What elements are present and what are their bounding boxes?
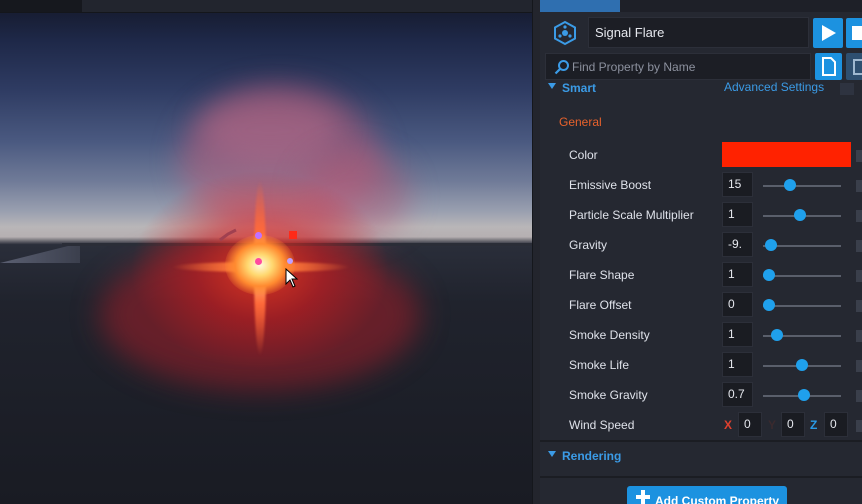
gizmo-axis-stub (219, 228, 237, 242)
gizmo-handle-center[interactable] (255, 258, 262, 265)
gizmo-handle-top[interactable] (255, 232, 262, 239)
search-input[interactable] (572, 54, 808, 79)
property-label: Smoke Gravity (569, 388, 648, 402)
search-icon (554, 60, 569, 75)
chevron-down-icon (548, 451, 556, 457)
property-reset-handle[interactable] (856, 210, 862, 222)
mouse-cursor-icon (285, 268, 299, 288)
smart-object-icon (554, 20, 576, 46)
property-reset-handle[interactable] (856, 360, 862, 372)
property-search[interactable] (545, 53, 811, 80)
property-reset-handle[interactable] (856, 150, 862, 162)
number-field[interactable]: 0.7 (722, 382, 753, 407)
property-smoke-life: Smoke Life 1 (540, 350, 862, 380)
section-title: Smart (562, 81, 597, 95)
slider-track[interactable] (763, 185, 841, 187)
property-label: Emissive Boost (569, 178, 652, 192)
advanced-settings-link[interactable]: Advanced Settings (724, 80, 824, 94)
number-field[interactable]: 0 (722, 292, 753, 317)
slider-handle[interactable] (763, 299, 776, 311)
section-title: Rendering (562, 449, 622, 463)
chevron-down-icon (548, 83, 556, 89)
wind-z-field[interactable]: 0 (824, 412, 848, 437)
viewport-toolbar (0, 0, 532, 13)
section-rendering[interactable]: Rendering (540, 446, 862, 468)
slider-handle[interactable] (763, 269, 776, 281)
scene-viewport[interactable] (0, 0, 532, 504)
add-custom-property-button[interactable]: Add Custom Property (627, 486, 787, 504)
property-flare-offset: Flare Offset 0 (540, 290, 862, 320)
section-divider (540, 476, 862, 478)
property-gravity: Gravity -9. (540, 230, 862, 260)
property-label: Flare Offset (569, 298, 632, 312)
axis-y-label: Y (768, 418, 777, 432)
property-reset-handle[interactable] (856, 420, 862, 432)
number-field[interactable]: 1 (722, 202, 753, 227)
property-reset-handle[interactable] (856, 300, 862, 312)
property-emissive-boost: Emissive Boost 15 (540, 170, 862, 200)
property-color: Color (540, 140, 862, 170)
property-label: Color (569, 148, 598, 162)
slider-handle[interactable] (784, 179, 797, 191)
properties-tab[interactable] (540, 0, 620, 12)
property-reset-handle[interactable] (856, 240, 862, 252)
property-reset-handle[interactable] (856, 330, 862, 342)
stop-icon (852, 26, 862, 40)
clipboard-icon (853, 59, 862, 75)
viewport-tab[interactable] (0, 0, 82, 12)
stop-button[interactable] (846, 18, 862, 48)
gizmo-handle-right[interactable] (287, 258, 293, 264)
section-divider (540, 440, 862, 442)
property-particle-scale: Particle Scale Multiplier 1 (540, 200, 862, 230)
ground-plane-edge (0, 243, 80, 263)
property-label: Smoke Life (569, 358, 630, 372)
slider-handle[interactable] (764, 239, 777, 251)
wind-y-field[interactable]: 0 (781, 412, 805, 437)
object-name-field[interactable]: Signal Flare (588, 17, 809, 48)
property-wind-speed: Wind Speed X 0 Y 0 Z 0 (540, 410, 862, 440)
plus-icon (636, 490, 650, 504)
slider-handle[interactable] (797, 389, 810, 401)
scrollbar-thumb[interactable] (840, 83, 854, 95)
property-label: Smoke Density (569, 328, 650, 342)
play-button[interactable] (813, 18, 843, 48)
property-reset-handle[interactable] (856, 390, 862, 402)
slider-handle[interactable] (794, 209, 807, 221)
general-group-label: General (559, 115, 602, 129)
slider-handle[interactable] (796, 359, 808, 371)
wind-x-field[interactable]: 0 (738, 412, 762, 437)
smoke-plume-upper (200, 95, 340, 165)
property-reset-handle[interactable] (856, 270, 862, 282)
panel-tab-strip (540, 0, 862, 12)
number-field[interactable]: 1 (722, 322, 753, 347)
property-smoke-gravity: Smoke Gravity 0.7 (540, 380, 862, 410)
properties-panel: Signal Flare Smart Advanced Settings Gen… (540, 0, 862, 504)
property-label: Flare Shape (569, 268, 635, 282)
gizmo-handle-square[interactable] (289, 231, 297, 239)
axis-z-label: Z (810, 418, 818, 432)
color-swatch[interactable] (722, 142, 851, 167)
paste-properties-button[interactable] (846, 53, 862, 80)
number-field[interactable]: -9. (722, 232, 753, 257)
property-reset-handle[interactable] (856, 180, 862, 192)
document-icon (822, 57, 836, 76)
axis-x-label: X (724, 418, 733, 432)
property-flare-shape: Flare Shape 1 (540, 260, 862, 290)
slider-handle[interactable] (771, 329, 784, 341)
number-field[interactable]: 15 (722, 172, 753, 197)
copy-properties-button[interactable] (815, 53, 842, 80)
property-label: Particle Scale Multiplier (569, 208, 694, 222)
play-icon (822, 25, 836, 41)
property-smoke-density: Smoke Density 1 (540, 320, 862, 350)
property-label: Wind Speed (569, 418, 635, 432)
number-field[interactable]: 1 (722, 352, 753, 377)
number-field[interactable]: 1 (722, 262, 753, 287)
button-label: Add Custom Property (655, 494, 780, 504)
property-label: Gravity (569, 238, 608, 252)
